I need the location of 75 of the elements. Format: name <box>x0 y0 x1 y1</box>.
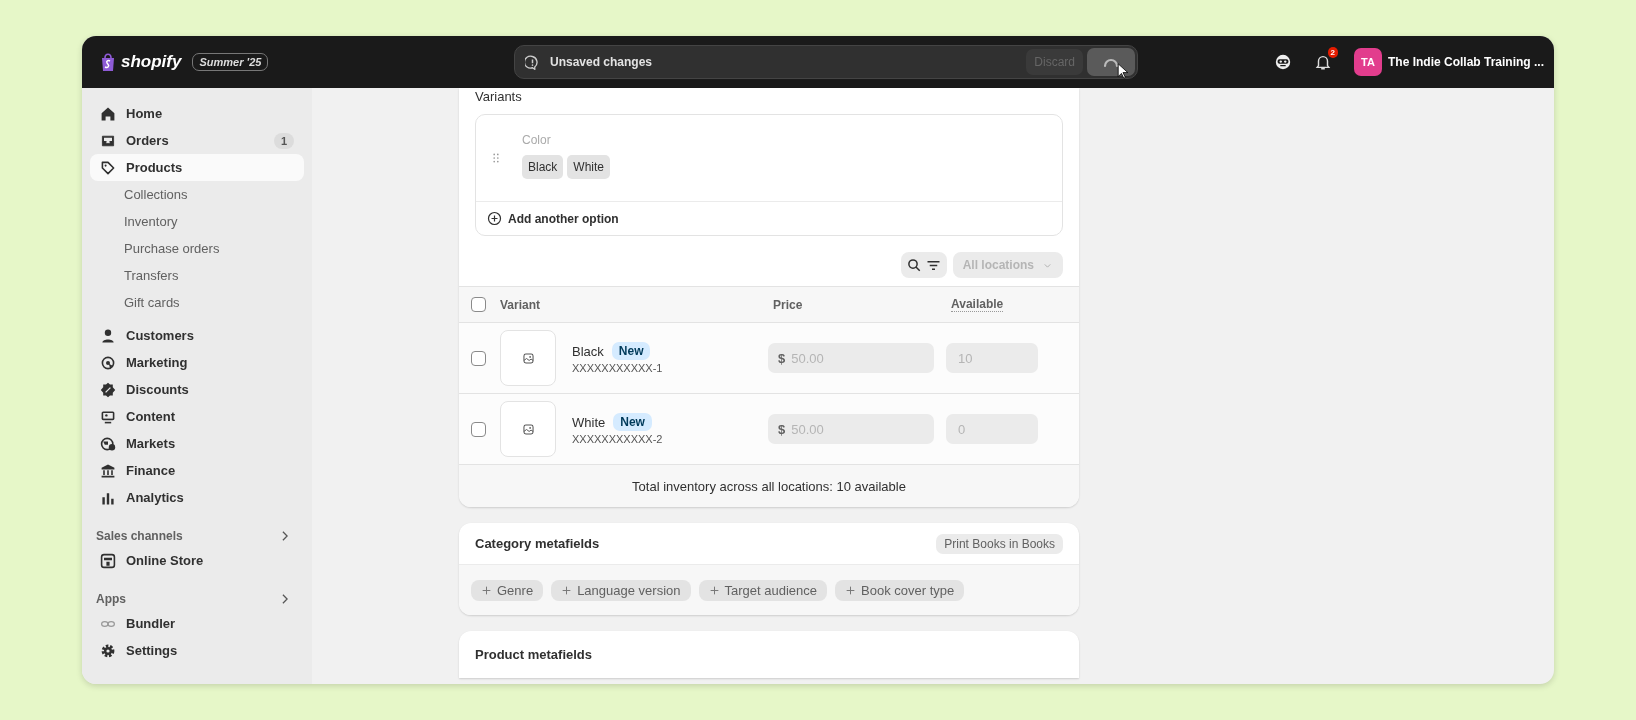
plus-icon <box>708 585 720 596</box>
checkbox[interactable] <box>471 350 486 366</box>
column-header: Price <box>773 297 804 312</box>
account-avatar[interactable]: TA <box>1354 48 1382 76</box>
option-value: Black <box>522 155 564 179</box>
tag-icon <box>100 159 116 176</box>
add-metafield-button[interactable]: Genre <box>471 580 544 601</box>
target-icon <box>100 354 116 371</box>
section-heading: Apps <box>96 592 126 606</box>
unsaved-message: Unsaved changes <box>550 55 653 69</box>
sidebar-item[interactable]: Finance <box>90 457 304 484</box>
image-icon <box>521 351 535 365</box>
card-title: Product metafields <box>475 647 594 662</box>
sku-text: XXXXXXXXXXX-1 <box>572 362 664 374</box>
plus-icon <box>481 585 492 596</box>
sidebar-item[interactable]: Home <box>90 100 304 127</box>
sidebar-item[interactable]: Analytics <box>90 484 304 511</box>
count-badge: 1 <box>273 132 294 149</box>
checkbox[interactable] <box>471 421 486 437</box>
sidebar-item[interactable]: Online Store <box>90 547 304 574</box>
sidebar-item[interactable]: Products <box>90 154 304 181</box>
mouse-pointer-icon <box>1115 62 1131 80</box>
plus-circle-icon <box>487 211 502 226</box>
alert-icon <box>525 54 540 70</box>
home-icon <box>100 105 116 122</box>
variant-name[interactable]: White <box>572 414 606 430</box>
sidebar-item[interactable]: Marketing <box>90 349 304 376</box>
store-name[interactable]: The Indie Collab Training ... <box>1388 55 1544 69</box>
add-option-button[interactable]: Add another option <box>476 201 1062 235</box>
plus-icon <box>845 585 856 596</box>
logo-wordmark[interactable]: shopify <box>121 52 182 72</box>
sidebar-subitem[interactable]: Collections <box>90 181 304 208</box>
monitor-icon <box>100 408 116 425</box>
sidebar-subitem[interactable]: Gift cards <box>90 289 304 316</box>
add-metafield-button[interactable]: Language version <box>551 580 691 601</box>
variant-name[interactable]: Black <box>572 343 604 359</box>
sidebar-item[interactable]: Settings <box>90 637 304 664</box>
bell-icon[interactable] <box>1314 53 1332 71</box>
add-metafield-button[interactable]: Book cover type <box>835 580 965 601</box>
gear-icon <box>100 642 116 659</box>
sidebar-item[interactable]: Discounts <box>90 376 304 403</box>
plus-icon <box>561 585 573 596</box>
add-metafield-button[interactable]: Target audience <box>698 580 827 601</box>
globe-icon <box>100 435 116 452</box>
sidebar-item[interactable]: Orders 1 <box>90 127 304 154</box>
sidebar-item[interactable]: Markets <box>90 430 304 457</box>
drag-handle-icon[interactable] <box>490 151 502 165</box>
search-filter-button[interactable] <box>900 252 947 278</box>
discount-icon <box>100 381 116 398</box>
status-badge: New <box>613 413 652 431</box>
option-name: Color <box>522 133 552 147</box>
image-icon <box>521 422 535 436</box>
section-heading: Sales channels <box>96 529 183 543</box>
sku-text: XXXXXXXXXXX-2 <box>572 433 664 445</box>
search-icon <box>906 257 922 273</box>
sidebar-subitem[interactable]: Inventory <box>90 208 304 235</box>
notification-count: 2 <box>1327 47 1338 58</box>
option-value: White <box>567 155 611 179</box>
sidebar-item[interactable]: Content <box>90 403 304 430</box>
sidebar-item[interactable]: Customers <box>90 322 304 349</box>
card-title: Category metafields <box>475 536 600 551</box>
category-tag: Print Books in Books <box>936 533 1063 554</box>
card-title: Variants <box>474 88 523 106</box>
checkbox[interactable] <box>471 297 486 312</box>
status-badge: New <box>611 342 651 360</box>
sidebar-item[interactable]: Bundler <box>90 610 304 637</box>
sidebar-subitem[interactable]: Transfers <box>90 262 304 289</box>
inventory-total: Total inventory across all locations: 10 available <box>459 464 1079 507</box>
sidebar-subitem[interactable]: Purchase orders <box>90 235 304 262</box>
column-header: Variant <box>500 297 542 312</box>
bank-icon <box>100 462 116 479</box>
edition-tag: Summer '25 <box>192 53 269 71</box>
column-header: Available <box>951 297 1004 312</box>
person-icon <box>100 327 116 344</box>
storefront-icon <box>100 552 116 569</box>
